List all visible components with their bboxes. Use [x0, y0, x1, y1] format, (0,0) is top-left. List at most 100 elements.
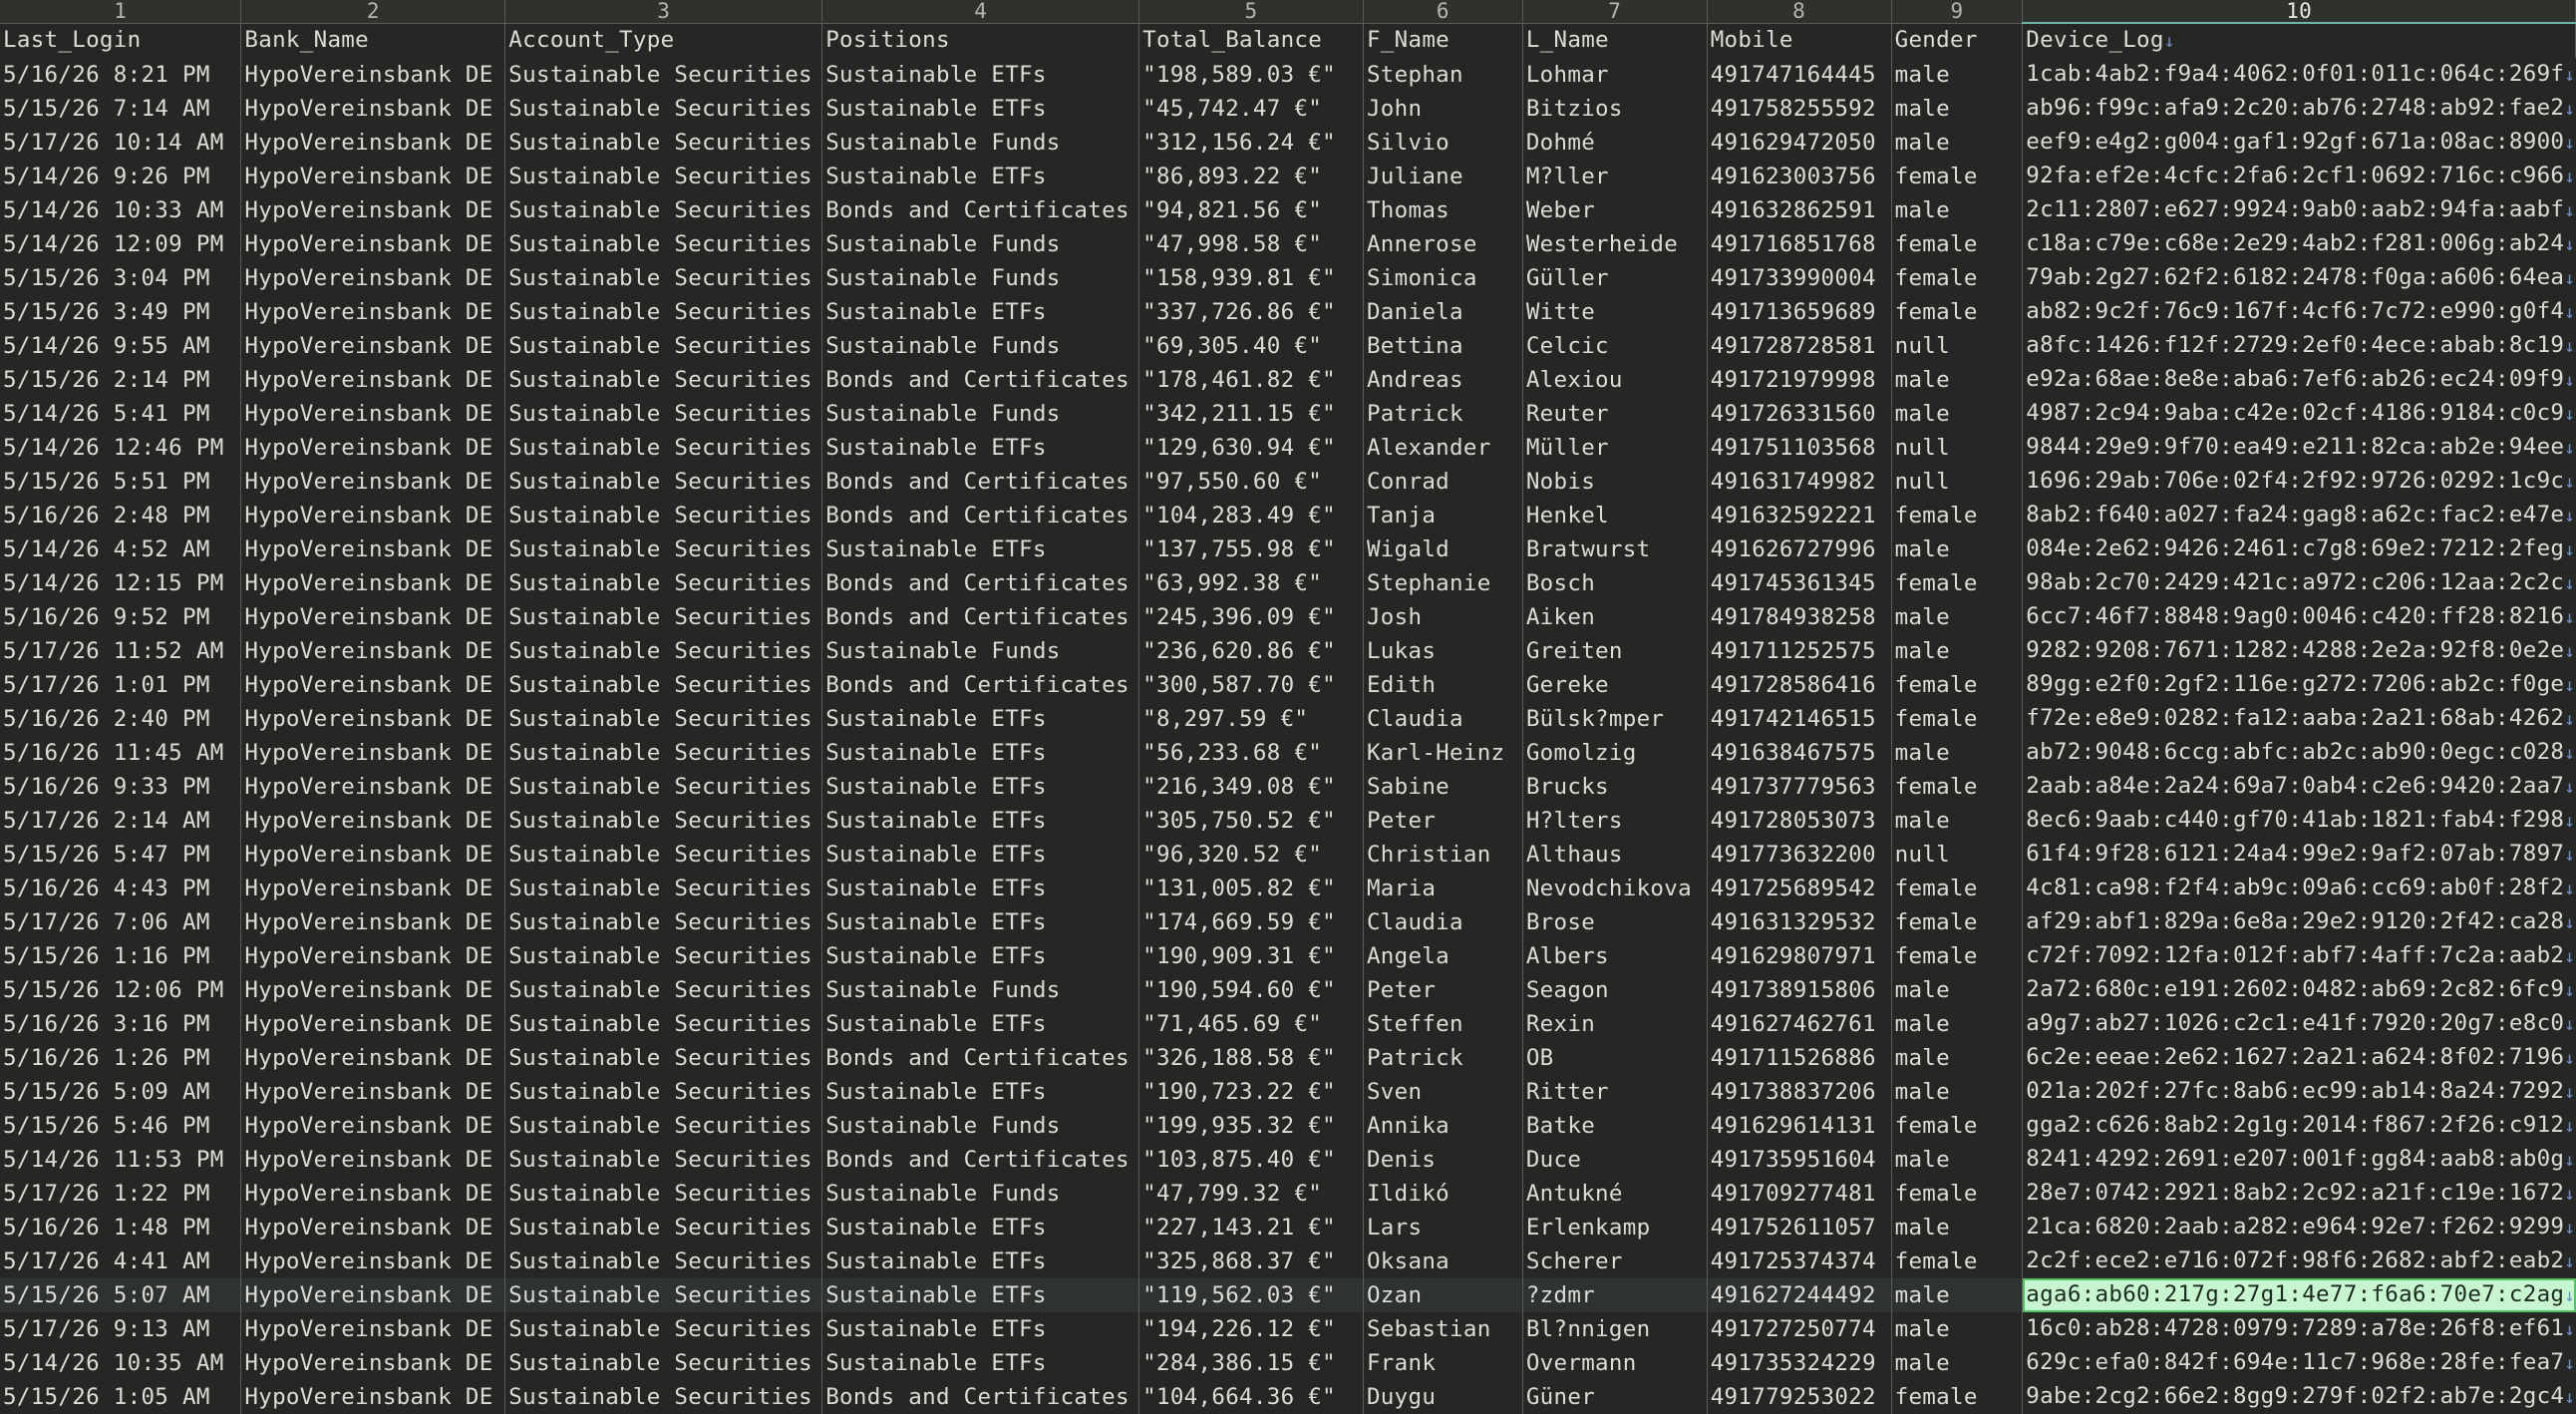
column-number-4[interactable]: 4: [821, 0, 1140, 24]
table-cell[interactable]: ab96:f99c:afa9:2c20:ab76:2748:ab92:fae2↓: [2023, 92, 2576, 126]
table-cell[interactable]: Sustainable ETFs: [821, 736, 1140, 770]
table-cell[interactable]: female: [1891, 160, 2024, 193]
header-cell[interactable]: Mobile: [1707, 23, 1892, 58]
table-cell[interactable]: Bl?nnigen: [1522, 1312, 1708, 1346]
table-cell[interactable]: OB: [1522, 1041, 1708, 1075]
table-cell[interactable]: "69,305.40 €": [1138, 329, 1364, 363]
table-cell[interactable]: Sustainable ETFs: [821, 939, 1140, 973]
table-cell[interactable]: ab72:9048:6ccg:abfc:ab2c:ab90:0egc:c028↓: [2023, 736, 2576, 770]
table-cell[interactable]: HypoVereinsbank DE: [240, 363, 506, 397]
table-cell[interactable]: Karl-Heinz: [1363, 736, 1523, 770]
table-cell[interactable]: male: [1891, 1143, 2024, 1177]
table-cell[interactable]: HypoVereinsbank DE: [240, 92, 506, 126]
table-cell[interactable]: 5/17/26 7:06 AM: [0, 905, 242, 939]
header-cell[interactable]: Positions: [821, 23, 1140, 58]
table-cell[interactable]: 5/16/26 9:52 PM: [0, 600, 242, 634]
table-cell[interactable]: Sustainable Securities: [504, 1075, 823, 1109]
table-cell[interactable]: HypoVereinsbank DE: [240, 431, 506, 465]
table-cell[interactable]: Müller: [1522, 431, 1708, 465]
table-cell[interactable]: HypoVereinsbank DE: [240, 160, 506, 193]
column-number-7[interactable]: 7: [1522, 0, 1708, 24]
table-cell[interactable]: aga6:ab60:217g:27g1:4e77:f6a6:70e7:c2ag↓: [2022, 1278, 2576, 1312]
table-cell[interactable]: 5/14/26 4:52 AM: [0, 532, 242, 566]
table-cell[interactable]: Bonds and Certificates: [821, 1041, 1140, 1075]
table-cell[interactable]: 5/15/26 5:07 AM: [0, 1278, 242, 1312]
table-cell[interactable]: HypoVereinsbank DE: [240, 1109, 506, 1143]
table-cell[interactable]: 2a72:680c:e191:2602:0482:ab69:2c82:6fc9↓: [2023, 973, 2576, 1007]
table-cell[interactable]: "129,630.94 €": [1138, 431, 1364, 465]
table-cell[interactable]: Sustainable Securities: [504, 566, 823, 600]
table-cell[interactable]: "194,226.12 €": [1138, 1312, 1364, 1346]
table-cell[interactable]: female: [1891, 1380, 2024, 1414]
table-cell[interactable]: Sustainable ETFs: [821, 702, 1140, 736]
table-cell[interactable]: Sustainable Securities: [504, 1346, 823, 1380]
table-cell[interactable]: Bonds and Certificates: [821, 668, 1140, 702]
table-cell[interactable]: 5/16/26 2:48 PM: [0, 499, 242, 532]
table-cell[interactable]: HypoVereinsbank DE: [240, 1177, 506, 1211]
table-cell[interactable]: Sustainable ETFs: [821, 1312, 1140, 1346]
table-cell[interactable]: 5/16/26 9:33 PM: [0, 770, 242, 804]
table-cell[interactable]: 9282:9208:7671:1282:4288:2e2a:92f8:0e2e↓: [2023, 634, 2576, 668]
table-cell[interactable]: Sustainable ETFs: [821, 770, 1140, 804]
table-cell[interactable]: 9844:29e9:9f70:ea49:e211:82ca:ab2e:94ee↓: [2023, 431, 2576, 465]
table-cell[interactable]: Patrick: [1363, 1041, 1523, 1075]
table-cell[interactable]: 5/17/26 2:14 AM: [0, 804, 242, 838]
table-cell[interactable]: "71,465.69 €": [1138, 1007, 1364, 1041]
table-cell[interactable]: Gereke: [1522, 668, 1708, 702]
table-cell[interactable]: Sustainable Funds: [821, 329, 1140, 363]
table-cell[interactable]: 5/16/26 11:45 AM: [0, 736, 242, 770]
table-cell[interactable]: Conrad: [1363, 465, 1523, 499]
table-cell[interactable]: HypoVereinsbank DE: [240, 1244, 506, 1278]
table-cell[interactable]: 5/16/26 3:16 PM: [0, 1007, 242, 1041]
table-cell[interactable]: Edith: [1363, 668, 1523, 702]
table-cell[interactable]: Ritter: [1522, 1075, 1708, 1109]
table-cell[interactable]: HypoVereinsbank DE: [240, 295, 506, 329]
table-cell[interactable]: "47,799.32 €": [1138, 1177, 1364, 1211]
table-cell[interactable]: Sustainable Securities: [504, 397, 823, 431]
table-cell[interactable]: male: [1891, 1211, 2024, 1244]
table-cell[interactable]: "190,594.60 €": [1138, 973, 1364, 1007]
table-cell[interactable]: Tanja: [1363, 499, 1523, 532]
table-cell[interactable]: Sustainable ETFs: [821, 160, 1140, 193]
table-cell[interactable]: HypoVereinsbank DE: [240, 600, 506, 634]
table-cell[interactable]: Erlenkamp: [1522, 1211, 1708, 1244]
table-cell[interactable]: HypoVereinsbank DE: [240, 702, 506, 736]
spreadsheet-grid[interactable]: 1 2 3 4 5 6 7 8 9 10 Last_Login Bank_Name Account_T…: [0, 0, 2576, 1414]
table-cell[interactable]: 5/16/26 2:40 PM: [0, 702, 242, 736]
table-cell[interactable]: "94,821.56 €": [1138, 193, 1364, 227]
table-cell[interactable]: male: [1891, 1041, 2024, 1075]
table-cell[interactable]: female: [1891, 1109, 2024, 1143]
table-cell[interactable]: HypoVereinsbank DE: [240, 1075, 506, 1109]
table-cell[interactable]: HypoVereinsbank DE: [240, 1346, 506, 1380]
table-cell[interactable]: Sustainable Securities: [504, 1380, 823, 1414]
table-cell[interactable]: 491784938258: [1707, 600, 1892, 634]
table-cell[interactable]: John: [1363, 92, 1523, 126]
table-cell[interactable]: ab82:9c2f:76c9:167f:4cf6:7c72:e990:g0f4↓: [2023, 295, 2576, 329]
table-cell[interactable]: HypoVereinsbank DE: [240, 1143, 506, 1177]
table-cell[interactable]: Lars: [1363, 1211, 1523, 1244]
table-cell[interactable]: 491728728581: [1707, 329, 1892, 363]
table-cell[interactable]: Sustainable Securities: [504, 634, 823, 668]
table-cell[interactable]: female: [1891, 668, 2024, 702]
table-cell[interactable]: "312,156.24 €": [1138, 126, 1364, 160]
table-cell[interactable]: 491627462761: [1707, 1007, 1892, 1041]
table-cell[interactable]: 491629472050: [1707, 126, 1892, 160]
table-cell[interactable]: male: [1891, 634, 2024, 668]
table-cell[interactable]: Sustainable Securities: [504, 770, 823, 804]
table-cell[interactable]: 491735951604: [1707, 1143, 1892, 1177]
table-cell[interactable]: 491752611057: [1707, 1211, 1892, 1244]
table-cell[interactable]: Scherer: [1522, 1244, 1708, 1278]
table-cell[interactable]: 2aab:a84e:2a24:69a7:0ab4:c2e6:9420:2aa7↓: [2023, 770, 2576, 804]
table-cell[interactable]: Sustainable ETFs: [821, 58, 1140, 92]
table-cell[interactable]: female: [1891, 295, 2024, 329]
table-cell[interactable]: 5/17/26 1:01 PM: [0, 668, 242, 702]
table-cell[interactable]: "119,562.03 €": [1138, 1278, 1364, 1312]
table-cell[interactable]: Christian: [1363, 838, 1523, 872]
column-number-9[interactable]: 9: [1891, 0, 2024, 24]
table-cell[interactable]: 491711252575: [1707, 634, 1892, 668]
table-cell[interactable]: Althaus: [1522, 838, 1708, 872]
table-cell[interactable]: "190,723.22 €": [1138, 1075, 1364, 1109]
table-cell[interactable]: HypoVereinsbank DE: [240, 804, 506, 838]
table-cell[interactable]: HypoVereinsbank DE: [240, 838, 506, 872]
table-cell[interactable]: 491745361345: [1707, 566, 1892, 600]
